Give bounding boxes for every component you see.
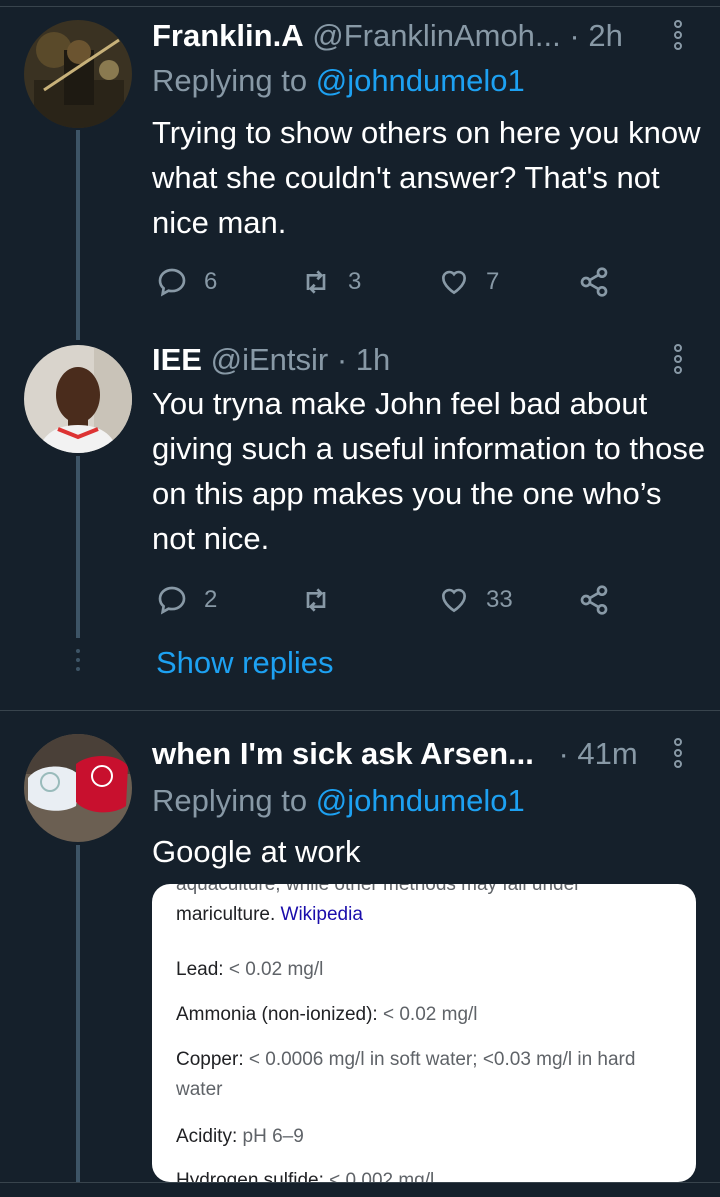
like-count: 7 (486, 268, 500, 295)
card-intro: mariculture. Wikipedia (176, 900, 672, 930)
item-label: Copper: (176, 1049, 244, 1070)
like-button[interactable]: 33 (438, 580, 513, 620)
item-label: Lead: (176, 959, 224, 980)
more-icon[interactable] (673, 20, 687, 56)
tweet-header-1: Franklin.A @FranklinAmoh... · 2h (152, 16, 623, 56)
item-value: pH 6–9 (242, 1126, 304, 1147)
replying-to: Replying to @johndumelo1 (152, 781, 525, 821)
retweet-icon (306, 270, 326, 294)
retweet-button[interactable]: 3 (300, 262, 361, 302)
bottom-divider (0, 1182, 720, 1197)
tweet-text: Trying to show others on here you know w… (152, 115, 701, 240)
user-handle[interactable]: @iEntsir (211, 342, 329, 377)
replying-label: Replying to (152, 783, 308, 818)
mention-link[interactable]: @johndumelo1 (316, 783, 525, 818)
card-item-hydrogen-sulfide: Hydrogen sulfide: < 0.002 mg/l (176, 1166, 672, 1182)
item-value: < 0.02 mg/l (228, 959, 324, 980)
avatar-arsenal[interactable] (24, 734, 132, 842)
avatar-franklin[interactable] (24, 20, 132, 128)
card-item-copper: Copper: < 0.0006 mg/l in soft water; <0.… (176, 1045, 672, 1105)
tweet-text: Google at work (152, 834, 361, 869)
item-label: Acidity: (176, 1126, 238, 1147)
card-intro-text: mariculture. (176, 904, 276, 925)
show-replies-link[interactable]: Show replies (156, 643, 333, 683)
wikipedia-link[interactable]: Wikipedia (281, 904, 363, 925)
like-count: 33 (486, 586, 513, 613)
attached-image[interactable]: aquaculture, while other methods may fal… (152, 884, 696, 1182)
card-cut-top: aquaculture, while other methods may fal… (176, 884, 581, 895)
reply-button[interactable]: 2 (156, 580, 217, 620)
like-icon (441, 270, 467, 295)
item-value: < 0.02 mg/l (382, 1004, 478, 1025)
replying-label: Replying to (152, 63, 308, 98)
display-name[interactable]: when I'm sick ask Arsen... (152, 736, 534, 771)
card-item-lead: Lead: < 0.02 mg/l (176, 955, 672, 985)
timestamp[interactable]: · 1h (337, 342, 390, 377)
more-icon[interactable] (673, 344, 687, 380)
item-label: Ammonia (non-ionized): (176, 1004, 378, 1025)
thread-divider (0, 710, 720, 711)
display-name[interactable]: Franklin.A (152, 18, 304, 53)
replying-to: Replying to @johndumelo1 (152, 61, 525, 101)
thread-line-2 (76, 456, 80, 638)
share-button[interactable] (578, 580, 626, 620)
timestamp[interactable]: · 41m (558, 736, 637, 771)
thread-dots (76, 649, 80, 676)
thread-line-1 (76, 130, 80, 340)
reply-count: 6 (204, 268, 218, 295)
tweet-header-3: when I'm sick ask Arsen... · 41m (152, 734, 638, 774)
timestamp[interactable]: · 2h (569, 18, 622, 53)
avatar-iee[interactable] (24, 345, 132, 453)
reply-button[interactable]: 6 (156, 262, 217, 302)
mention-link[interactable]: @johndumelo1 (316, 63, 525, 98)
card-item-acidity: Acidity: pH 6–9 (176, 1122, 672, 1152)
tweet-text: You tryna make John feel bad about givin… (152, 386, 706, 556)
reply-icon (158, 268, 186, 297)
item-label: Hydrogen sulfide: (176, 1170, 324, 1182)
reply-icon (158, 586, 186, 615)
more-icon[interactable] (673, 738, 687, 774)
retweet-count: 3 (348, 268, 362, 295)
card-item-ammonia: Ammonia (non-ionized): < 0.02 mg/l (176, 1000, 672, 1030)
item-value: < 0.0006 mg/l in soft water; <0.03 mg/l … (176, 1049, 636, 1100)
retweet-button[interactable] (300, 580, 348, 620)
display-name[interactable]: IEE (152, 342, 202, 377)
user-handle[interactable]: @FranklinAmoh... (312, 18, 561, 53)
share-icon (580, 267, 608, 297)
thread-line-3 (76, 845, 80, 1182)
like-button[interactable]: 7 (438, 262, 499, 302)
top-divider (0, 0, 720, 7)
like-icon (441, 588, 467, 613)
item-value: < 0.002 mg/l (329, 1170, 435, 1182)
share-icon (580, 585, 608, 615)
retweet-icon (306, 588, 326, 612)
tweet-header-2: IEE @iEntsir · 1h (152, 340, 390, 380)
share-button[interactable] (578, 262, 626, 302)
reply-count: 2 (204, 586, 218, 613)
